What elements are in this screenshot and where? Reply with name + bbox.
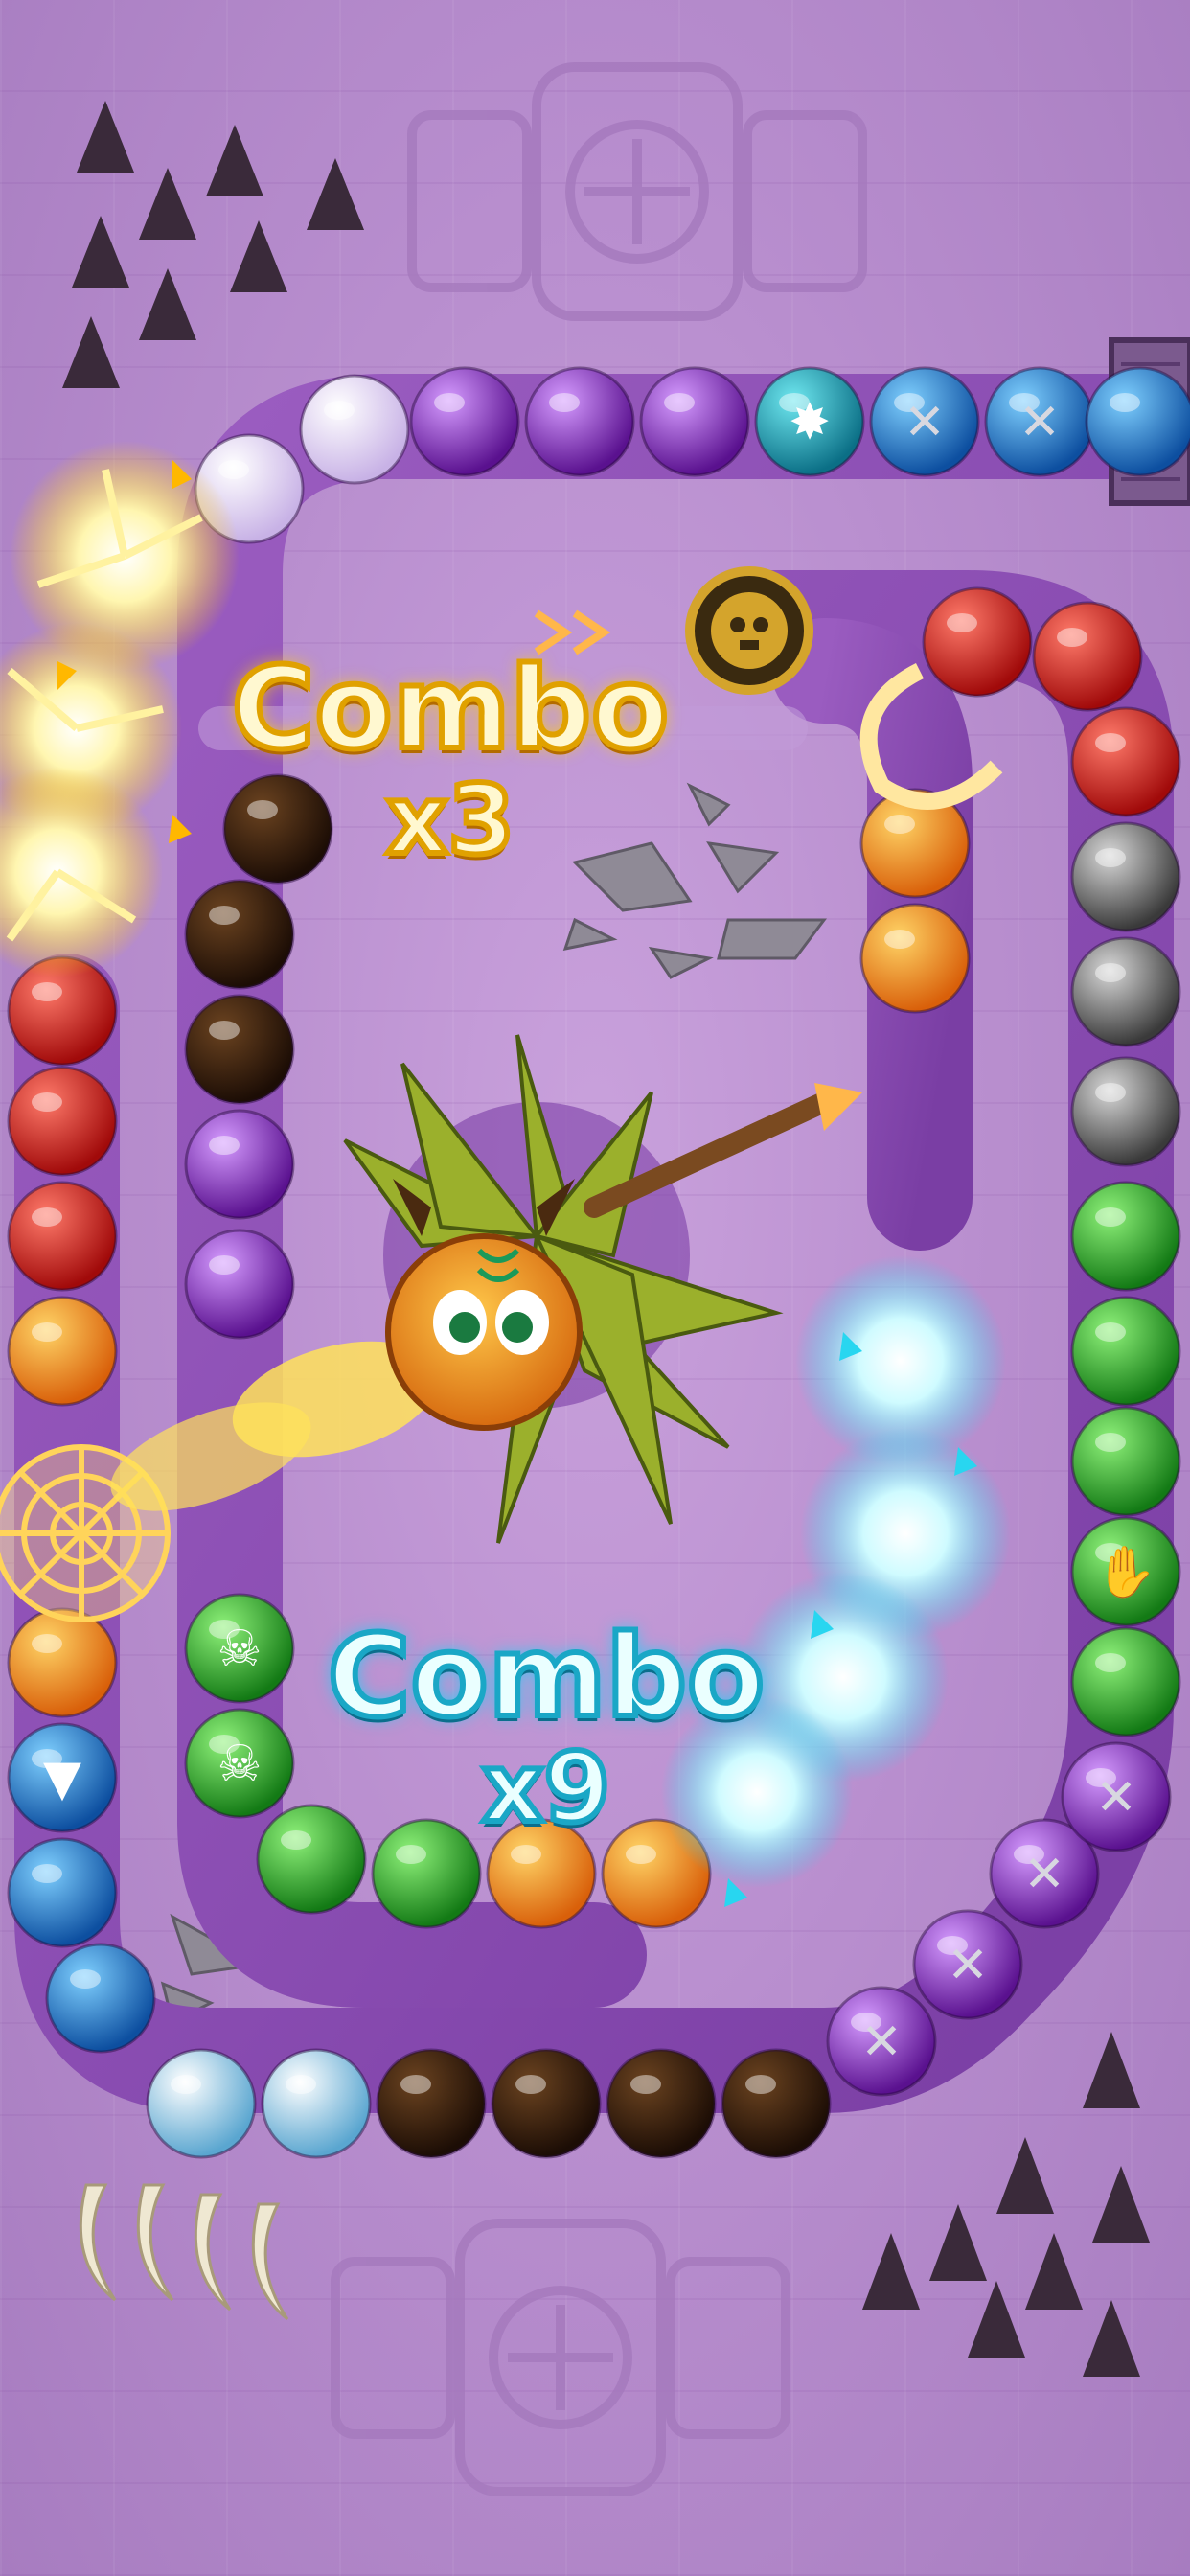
teal-ball: ✸ xyxy=(754,366,865,477)
chain-icon: ✕ xyxy=(860,2013,903,2071)
purple-ball xyxy=(409,366,520,477)
purple-ball xyxy=(524,366,635,477)
gray-ball xyxy=(1070,1056,1181,1167)
spikes-top-left xyxy=(62,101,364,388)
lava-ball xyxy=(184,994,295,1105)
board-artwork: ✸ ✕ ✕ ☠ ☠ ▼ ✕ ✕ ✕ ✕ ✋ xyxy=(0,62,1190,2496)
purple-ball: ✕ xyxy=(1061,1741,1172,1852)
combo-popup-x9: Combo x9 xyxy=(325,1610,767,1844)
purple-ball xyxy=(184,1229,295,1340)
white-ball xyxy=(299,374,410,485)
blue-ball: ✕ xyxy=(869,366,980,477)
blue-ball: ✕ xyxy=(984,366,1095,477)
orange-ball xyxy=(859,903,971,1014)
combo-word: Combo xyxy=(325,1610,767,1742)
green-ball xyxy=(1070,1626,1181,1737)
combo-word: Combo xyxy=(229,642,672,774)
skull-icon: ☠ xyxy=(217,1736,263,1793)
lava-ball xyxy=(491,2048,602,2159)
combo-multiplier: x9 xyxy=(479,1732,613,1844)
red-ball xyxy=(1070,706,1181,817)
green-ball: ☠ xyxy=(184,1708,295,1819)
green-ball xyxy=(1070,1181,1181,1292)
green-ball xyxy=(1070,1406,1181,1517)
blue-ball: ▼ xyxy=(7,1722,118,1833)
purple-ball xyxy=(639,366,750,477)
gray-ball xyxy=(1070,936,1181,1047)
ice-ball xyxy=(146,2048,257,2159)
chain-icon: ✕ xyxy=(904,394,946,451)
chain-icon: ✕ xyxy=(947,1937,989,1994)
red-ball xyxy=(922,586,1033,698)
totem-carving-top xyxy=(407,62,867,321)
combo-multiplier: x3 xyxy=(383,764,517,876)
shield-icon: ▼ xyxy=(43,1750,81,1807)
skull-icon: ☠ xyxy=(217,1621,263,1678)
chain-icon: ✕ xyxy=(1023,1846,1065,1903)
blue-ball xyxy=(7,1837,118,1948)
green-ball: ☠ xyxy=(184,1593,295,1704)
gray-ball xyxy=(1070,821,1181,932)
chain-icon: ✕ xyxy=(1095,1769,1137,1827)
lava-ball xyxy=(606,2048,717,2159)
dragon-shooter[interactable] xyxy=(343,1034,862,1544)
purple-ball: ✕ xyxy=(826,1986,937,2097)
combo-popup-x3: Combo x3 xyxy=(229,642,672,876)
tusks-decoration xyxy=(79,2183,289,2321)
star-icon: ✸ xyxy=(789,394,831,451)
lava-ball xyxy=(376,2048,487,2159)
blue-ball xyxy=(45,1943,156,2054)
orange-ball xyxy=(7,1296,118,1407)
totem-carving-bottom xyxy=(331,2219,790,2496)
green-ball: ✋ xyxy=(1070,1516,1181,1627)
lava-ball xyxy=(721,2048,832,2159)
chain-icon: ✕ xyxy=(1018,394,1061,451)
skull-coin-icon xyxy=(685,566,813,695)
game-board[interactable]: ✸ ✕ ✕ ☠ ☠ ▼ ✕ ✕ ✕ ✕ ✋ Combo x3 Combo x9 xyxy=(0,0,1190,2576)
red-ball xyxy=(1032,601,1143,712)
purple-ball: ✕ xyxy=(912,1909,1023,2020)
purple-ball xyxy=(184,1109,295,1220)
orange-ball xyxy=(7,1607,118,1718)
lava-ball xyxy=(184,879,295,990)
red-ball xyxy=(7,1181,118,1292)
blue-ball xyxy=(1085,366,1190,477)
green-ball xyxy=(1070,1296,1181,1407)
hand-icon: ✋ xyxy=(1095,1543,1157,1601)
ice-ball xyxy=(261,2048,372,2159)
red-ball xyxy=(7,1066,118,1177)
